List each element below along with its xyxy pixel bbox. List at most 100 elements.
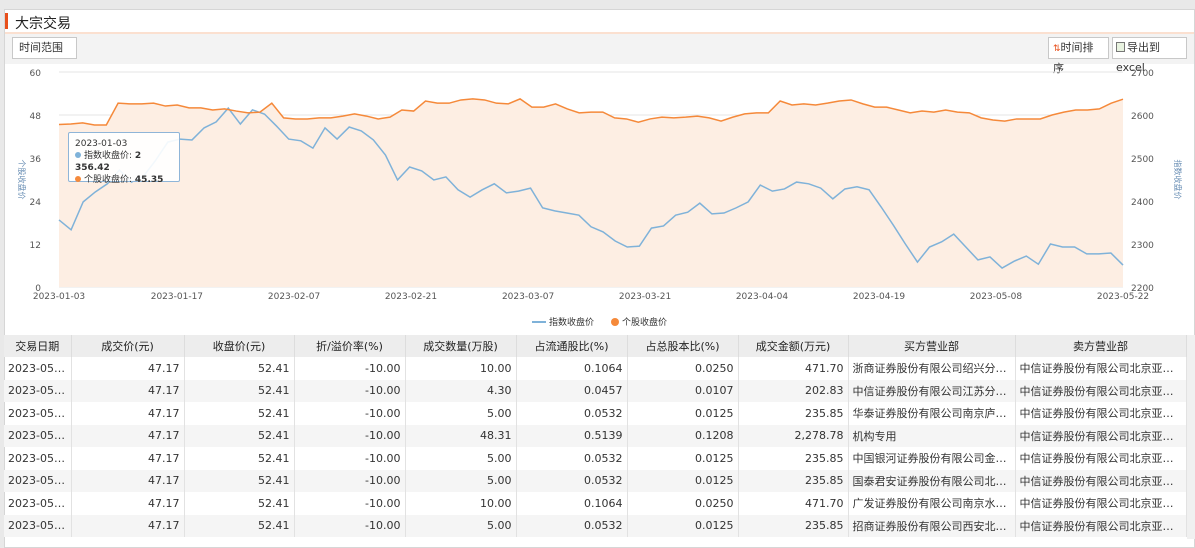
x-tick-label: 2023-03-21 — [619, 292, 671, 302]
table-row[interactable]: 2023-05-23 47.17 52.41 -10.00 5.00 0.0532 0.01… — [4, 447, 1187, 470]
table-cell: 0.0250 — [627, 357, 739, 380]
y-right-tick-label: 2400 — [1131, 198, 1154, 208]
table-cell: 52.41 — [184, 469, 295, 492]
table-cell: 0.0532 — [516, 402, 628, 425]
table-cell: 235.85 — [738, 514, 849, 537]
table-cell: 52.41 — [184, 424, 295, 447]
table-cell: 0.0250 — [627, 492, 739, 515]
table-cell: 47.17 — [71, 357, 185, 380]
table-cell: 中信证券股份有限公司北京亚运村... — [1015, 447, 1187, 470]
column-header[interactable]: 成交价(元) — [71, 335, 185, 357]
table-cell: 0.1208 — [627, 424, 739, 447]
column-header[interactable]: 买方营业部 — [848, 335, 1016, 357]
time-range-button[interactable]: 时间范围 — [12, 37, 77, 59]
y-right-axis-label: 指数收盘价 — [1173, 160, 1183, 200]
y-right-tick-label: 2700 — [1131, 69, 1154, 79]
table-cell: -10.00 — [294, 469, 406, 492]
table-cell: 0.0125 — [627, 402, 739, 425]
table-row[interactable]: 2023-05-23 47.17 52.41 -10.00 5.00 0.0532 0.01… — [4, 514, 1187, 537]
column-header[interactable]: 卖方营业部 — [1015, 335, 1187, 357]
table-cell: 202.83 — [738, 379, 849, 402]
x-tick-label: 2023-02-07 — [268, 292, 320, 302]
title-accent — [5, 13, 8, 29]
excel-icon — [1116, 42, 1125, 52]
table-cell: 47.17 — [71, 514, 185, 537]
y-left-tick-label: 60 — [30, 69, 42, 79]
y-right-tick-label: 2300 — [1131, 241, 1154, 251]
table-cell: 2023-05-23 — [4, 379, 72, 402]
table-cell: 中信证券股份有限公司北京亚运村... — [1015, 492, 1187, 515]
x-tick-label: 2023-03-07 — [502, 292, 554, 302]
column-header[interactable]: 占流通股比(%) — [516, 335, 628, 357]
table-cell: 5.00 — [405, 447, 517, 470]
block-trade-table: 交易日期 成交价(元) 收盘价(元) 折/溢价率(%) 成交数量(万股) 占流通股比(%)… — [4, 335, 1187, 537]
column-header[interactable]: 收盘价(元) — [184, 335, 295, 357]
chart-svg: 0 220012 230024 240036 250048 260060 27002023-… — [17, 69, 1183, 328]
stock-area — [59, 98, 1123, 287]
x-tick-label: 2023-02-21 — [385, 292, 437, 302]
table-row[interactable]: 2023-05-23 47.17 52.41 -10.00 5.00 0.0532 0.01… — [4, 469, 1187, 492]
table-cell: 235.85 — [738, 447, 849, 470]
table-row[interactable]: 2023-05-23 47.17 52.41 -10.00 10.00 0.1064 0.0… — [4, 357, 1187, 380]
table-cell: 52.41 — [184, 492, 295, 515]
column-header[interactable]: 成交金额(万元) — [738, 335, 849, 357]
table-cell: 52.41 — [184, 514, 295, 537]
column-header[interactable]: 成交数量(万股) — [405, 335, 517, 357]
table-cell: -10.00 — [294, 447, 406, 470]
table-cell: 机构专用 — [848, 424, 1016, 447]
table-cell: 0.1064 — [516, 357, 628, 380]
table-cell: 中国银河证券股份有限公司金华证... — [848, 447, 1016, 470]
table-cell: 0.0457 — [516, 379, 628, 402]
table-cell: 中信证券股份有限公司北京亚运村... — [1015, 514, 1187, 537]
table-cell: 浙商证券股份有限公司绍兴分公司 — [848, 357, 1016, 380]
x-tick-label: 2023-05-22 — [1097, 292, 1149, 302]
table-cell: 47.17 — [71, 424, 185, 447]
table-cell: 52.41 — [184, 357, 295, 380]
tooltip-label: 个股收盘价: — [84, 175, 133, 185]
table-cell: 47.17 — [71, 379, 185, 402]
table-cell: 中信证券股份有限公司北京亚运村... — [1015, 402, 1187, 425]
table-cell: 中信证券股份有限公司北京亚运村... — [1015, 357, 1187, 380]
table-row[interactable]: 2023-05-23 47.17 52.41 -10.00 10.00 0.1064 0.0… — [4, 492, 1187, 515]
table-cell: 47.17 — [71, 402, 185, 425]
table-cell: 5.00 — [405, 514, 517, 537]
table-cell: 广发证券股份有限公司南京水佑岗... — [848, 492, 1016, 515]
table-cell: -10.00 — [294, 424, 406, 447]
table-cell: 0.0125 — [627, 447, 739, 470]
table-cell: 0.0532 — [516, 447, 628, 470]
table-cell: 235.85 — [738, 469, 849, 492]
y-left-tick-label: 24 — [30, 198, 42, 208]
panel-header: 大宗交易 — [5, 10, 1194, 34]
column-header[interactable]: 占总股本比(%) — [627, 335, 739, 357]
table-cell: 中信证券股份有限公司北京亚运村... — [1015, 424, 1187, 447]
price-chart: 0 2200 12 2300 24 2400 36 2500 48 2600 60 2700 2023-… — [5, 64, 1194, 339]
legend-stock-label: 个股收盘价 — [622, 316, 667, 328]
time-sort-button[interactable]: ⇅时间排序 — [1048, 37, 1109, 75]
table-cell: 0.0125 — [627, 514, 739, 537]
table-cell: 52.41 — [184, 402, 295, 425]
table-cell: 0.0125 — [627, 469, 739, 492]
page-title: 大宗交易 — [15, 16, 71, 32]
table-row[interactable]: 2023-05-23 47.17 52.41 -10.00 4.30 0.0457 0.01… — [4, 379, 1187, 402]
column-header[interactable]: 交易日期 — [4, 335, 72, 357]
table-cell: 47.17 — [71, 469, 185, 492]
table-cell: 471.70 — [738, 357, 849, 380]
table-row[interactable]: 2023-05-23 47.17 52.41 -10.00 48.31 0.5139 0.1… — [4, 424, 1187, 447]
table-cell: 中信证券股份有限公司江苏分公司 — [848, 379, 1016, 402]
table-cell: 235.85 — [738, 402, 849, 425]
table-cell: 47.17 — [71, 492, 185, 515]
table-cell: 52.41 — [184, 379, 295, 402]
table-cell: 中信证券股份有限公司北京亚运村... — [1015, 379, 1187, 402]
table-cell: -10.00 — [294, 514, 406, 537]
x-tick-label: 2023-01-03 — [33, 292, 85, 302]
table-scrollbar[interactable] — [1187, 335, 1195, 539]
column-header[interactable]: 折/溢价率(%) — [294, 335, 406, 357]
x-tick-label: 2023-04-19 — [853, 292, 906, 302]
table-cell: 华泰证券股份有限公司南京庐山路... — [848, 402, 1016, 425]
table-cell: 2023-05-23 — [4, 447, 72, 470]
table-cell: 0.0532 — [516, 469, 628, 492]
table-row[interactable]: 2023-05-23 47.17 52.41 -10.00 5.00 0.0532 0.01… — [4, 402, 1187, 425]
export-excel-button[interactable]: 导出到excel — [1112, 37, 1187, 74]
table-cell: 2023-05-23 — [4, 514, 72, 537]
x-tick-label: 2023-05-08 — [970, 292, 1023, 302]
